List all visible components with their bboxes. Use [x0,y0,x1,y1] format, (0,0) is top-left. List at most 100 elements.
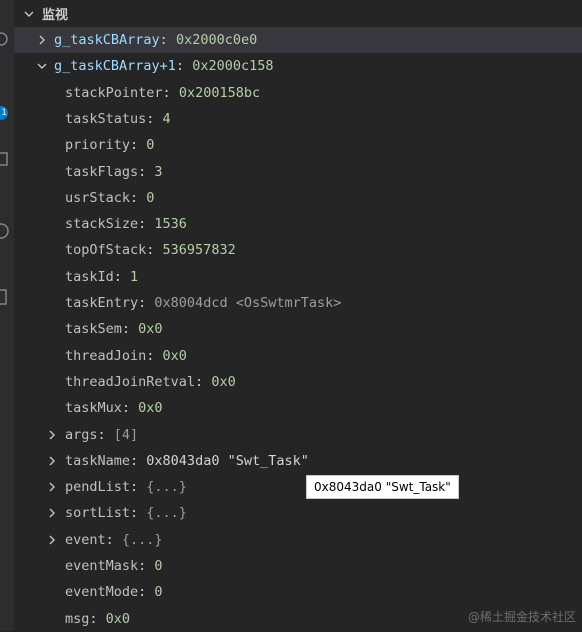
watch-item-g-taskcbarray[interactable]: g_taskCBArray: 0x2000c0e0 [14,27,582,53]
watch-item-text: taskEntry: 0x8004dcd <OsSwtmrTask> [65,290,341,316]
variable-value: 0x0 [138,400,163,416]
remote-explorer-icon[interactable] [0,222,10,240]
watch-item-text: stackPointer: 0x200158bc [65,80,260,106]
watch-panel: 监视 g_taskCBArray: 0x2000c0e0 g_taskCBArra… [14,0,582,631]
chevron-right-icon[interactable] [46,534,58,546]
name-value-separator: : [146,111,163,127]
variable-name: taskId [65,269,114,285]
variable-name: priority [65,137,131,153]
activity-bar: 1 [0,0,14,631]
variable-name: msg [65,611,90,627]
watch-item-text: taskStatus: 4 [65,106,171,132]
watch-item-text: threadJoin: 0x0 [65,343,187,369]
variable-name: taskFlags [65,164,139,180]
watch-item-eventmode[interactable]: eventMode: 0 [14,579,582,605]
watch-item-text: taskMux: 0x0 [65,395,163,421]
watch-item-taskflags[interactable]: taskFlags: 3 [14,159,582,185]
watch-item-text: taskSem: 0x0 [65,316,163,342]
variable-name: usrStack [65,190,131,206]
variable-value: 3 [154,164,163,180]
variable-value: {...} [146,479,187,495]
variable-value: 1536 [154,216,187,232]
name-value-separator: : [89,611,106,627]
variable-name: eventMask [65,558,139,574]
name-value-separator: : [138,164,155,180]
watch-item-stackpointer[interactable]: stackPointer: 0x200158bc [14,80,582,106]
variable-name: stackPointer [65,85,163,101]
watch-item-threadjoinretval[interactable]: threadJoinRetval: 0x0 [14,369,582,395]
watch-item-text: sortList: {...} [65,500,187,526]
watch-item-g-taskcbarray-1[interactable]: g_taskCBArray+1: 0x2000c158 [14,53,582,79]
variable-value: 4 [162,111,171,127]
watch-item-text: taskId: 1 [65,264,138,290]
name-value-separator: : [113,269,131,285]
variable-name: taskStatus [65,111,147,127]
extensions-icon[interactable] [0,150,10,168]
variable-value: 0x8004dcd <OsSwtmrTask> [154,295,342,311]
testing-icon[interactable] [0,288,10,306]
variable-name: stackSize [65,216,139,232]
name-value-separator: : [130,505,147,521]
variable-value: {...} [121,532,163,548]
watch-item-taskname[interactable]: taskName: 0x8043da0 "Swt_Task" [14,448,582,474]
variable-value: [4] [113,427,139,443]
watch-item-priority[interactable]: priority: 0 [14,132,582,158]
chevron-right-icon[interactable] [46,429,58,441]
variable-value: 0x0 [162,348,187,364]
name-value-separator: : [97,427,114,443]
watermark: @稀土掘金技术社区 [467,610,576,624]
watch-item-sortlist[interactable]: sortList: {...} [14,500,582,526]
watch-item-text: args: [4] [65,422,138,448]
name-value-separator: : [130,479,147,495]
variable-name: taskSem [65,321,122,337]
variable-name: eventMode [65,584,139,600]
variable-name: args [65,427,98,443]
variable-value: 0x0 [211,374,236,390]
chevron-down-icon[interactable] [36,60,48,72]
watch-item-taskentry[interactable]: taskEntry: 0x8004dcd <OsSwtmrTask> [14,290,582,316]
watch-item-text: priority: 0 [65,132,154,158]
watch-item-taskstatus[interactable]: taskStatus: 4 [14,106,582,132]
watch-item-event[interactable]: event: {...} [14,527,582,553]
variable-name: sortList [65,505,131,521]
watch-item-threadjoin[interactable]: threadJoin: 0x0 [14,343,582,369]
watch-item-taskmux[interactable]: taskMux: 0x0 [14,395,582,421]
watch-item-topofstack[interactable]: topOfStack: 536957832 [14,237,582,263]
watch-item-tasksem[interactable]: taskSem: 0x0 [14,316,582,342]
watch-item-text: event: {...} [65,527,163,553]
watch-item-text: topOfStack: 536957832 [65,237,236,263]
variable-value: 0x200158bc [178,85,261,101]
variable-name: taskEntry [65,295,139,311]
debug-icon[interactable] [0,30,10,48]
chevron-right-icon[interactable] [46,507,58,519]
chevron-right-icon[interactable] [46,481,58,493]
variable-name: g_taskCBArray+1 [54,58,176,74]
watch-item-text: eventMask: 0 [65,553,163,579]
variable-name: pendList [65,479,131,495]
watch-item-text: threadJoinRetval: 0x0 [65,369,236,395]
name-value-separator: : [162,85,179,101]
chevron-down-icon [24,11,34,17]
watch-section-header[interactable]: 监视 [14,0,582,27]
watch-item-stacksize[interactable]: stackSize: 1536 [14,211,582,237]
variable-name: topOfStack [65,242,147,258]
variable-value: 0x0 [105,611,131,627]
watch-item-taskid[interactable]: taskId: 1 [14,264,582,290]
variable-name: taskName [65,453,131,469]
name-value-separator: : [138,295,155,311]
name-value-separator: : [138,558,155,574]
variable-name: threadJoinRetval [65,374,196,390]
watch-item-eventmask[interactable]: eventMask: 0 [14,553,582,579]
chevron-right-icon[interactable] [36,34,48,46]
name-value-separator: : [130,190,147,206]
watch-item-usrstack[interactable]: usrStack: 0 [14,185,582,211]
variable-value: 0 [146,190,155,206]
variable-value: 0x0 [138,321,163,337]
watch-item-pendlist[interactable]: pendList: {...} [14,474,582,500]
name-value-separator: : [159,32,176,48]
watch-item-args[interactable]: args: [4] [14,422,582,448]
variable-value: 0x2000c0e0 [175,32,258,48]
watch-item-text: eventMode: 0 [65,579,163,605]
chevron-right-icon[interactable] [46,455,58,467]
name-value-separator: : [130,453,147,469]
